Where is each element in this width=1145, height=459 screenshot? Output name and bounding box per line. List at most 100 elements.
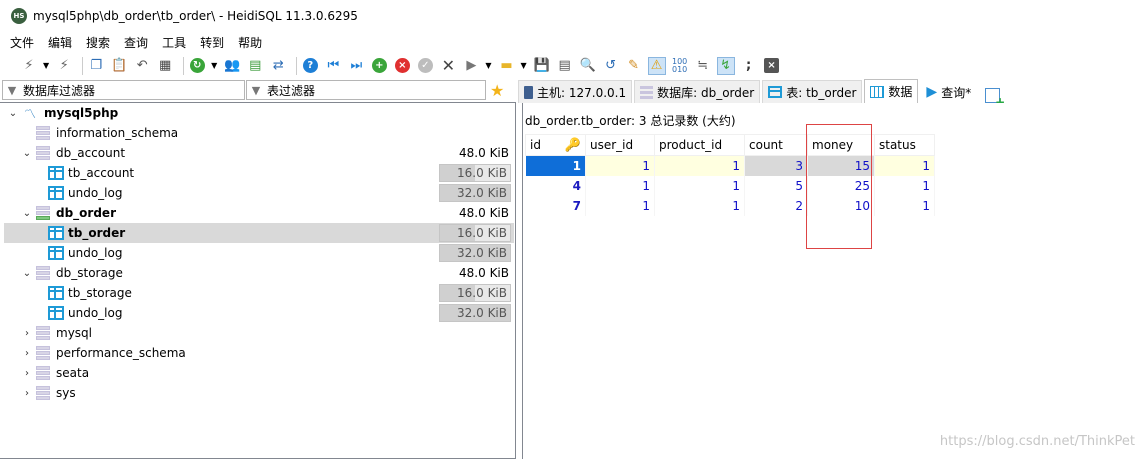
post-icon[interactable]: ✓ — [416, 57, 434, 75]
chevron-right-icon[interactable]: › — [22, 348, 32, 359]
menu-file[interactable]: 文件 — [10, 34, 34, 51]
user-manager-icon[interactable]: 👥 — [223, 57, 241, 75]
copy-icon[interactable]: ❐ — [87, 57, 105, 75]
chevron-down-icon[interactable]: ⌄ — [22, 268, 32, 279]
open-dropdown-icon[interactable]: ▼ — [520, 61, 526, 70]
cell-id[interactable]: 7 — [525, 195, 586, 216]
column-header-id[interactable]: id 🔑 — [525, 134, 586, 156]
open-folder-icon[interactable]: ▬ — [497, 57, 515, 75]
semicolon-icon[interactable]: ; — [740, 57, 758, 75]
menu-search[interactable]: 搜索 — [86, 34, 110, 51]
cell-id[interactable]: 4 — [525, 175, 586, 196]
save-as-icon[interactable]: ▤ — [556, 57, 574, 75]
tree-node-table[interactable]: undo_log 32.0 KiB — [0, 303, 514, 323]
favorites-star-icon[interactable]: ★ — [490, 81, 504, 100]
watermark: https://blog.csdn.net/ThinkPet — [939, 434, 1135, 449]
tree-node-table-selected[interactable]: tb_order 16.0 KiB — [4, 223, 514, 243]
tab-database[interactable]: 数据库: db_order — [634, 80, 761, 103]
tree-node-database[interactable]: › sys — [0, 383, 514, 403]
cell-status[interactable]: 1 — [874, 155, 935, 176]
wrap-icon[interactable]: ≒ — [694, 57, 712, 75]
tree-node-root[interactable]: ⌄ 〽 mysql5php — [0, 103, 514, 123]
tree-node-table[interactable]: undo_log 32.0 KiB — [0, 183, 514, 203]
cell-count[interactable]: 3 — [744, 155, 808, 176]
cell-user-id[interactable]: 1 — [585, 195, 655, 216]
tree-node-table[interactable]: undo_log 32.0 KiB — [0, 243, 514, 263]
menu-tools[interactable]: 工具 — [162, 34, 186, 51]
undo-icon[interactable]: ↶ — [133, 57, 151, 75]
column-header-product-id[interactable]: product_id — [654, 134, 745, 156]
chevron-right-icon[interactable]: › — [22, 328, 32, 339]
tree-node-database[interactable]: information_schema — [0, 123, 514, 143]
new-query-tab-icon[interactable] — [985, 88, 1005, 109]
last-record-icon[interactable]: ⏭ — [347, 57, 365, 75]
database-filter-input[interactable]: ▼ 数据库过滤器 — [2, 80, 245, 100]
chevron-down-icon[interactable]: ⌄ — [22, 208, 32, 219]
save-icon[interactable]: 💾 — [533, 57, 551, 75]
first-record-icon[interactable]: ⏮ — [324, 57, 342, 75]
cancel-icon[interactable]: ✕ — [439, 56, 457, 75]
delete-record-icon[interactable]: × — [393, 57, 411, 75]
refresh-dropdown-icon[interactable]: ▼ — [211, 61, 217, 70]
tree-node-database[interactable]: › performance_schema — [0, 343, 514, 363]
auto-refresh-icon[interactable]: ↯ — [716, 56, 735, 75]
tab-data[interactable]: 数据 — [864, 79, 919, 103]
table-icon — [48, 186, 64, 200]
refresh-icon[interactable]: ↻ — [188, 57, 206, 75]
tree-node-table[interactable]: tb_account 16.0 KiB — [0, 163, 514, 183]
column-header-status[interactable]: status — [874, 134, 935, 156]
maintenance-icon[interactable]: ▤ — [246, 57, 264, 75]
cell-user-id[interactable]: 1 — [585, 155, 655, 176]
disconnect-icon[interactable]: ⚡ — [55, 57, 73, 75]
tree-node-database[interactable]: ⌄ db_storage 48.0 KiB — [0, 263, 514, 283]
cell-count[interactable]: 2 — [744, 195, 808, 216]
cell-status[interactable]: 1 — [874, 195, 935, 216]
transfer-icon[interactable]: ⇄ — [269, 57, 287, 75]
cell-product-id[interactable]: 1 — [654, 155, 745, 176]
tree-node-database[interactable]: › seata — [0, 363, 514, 383]
close-tab-icon[interactable]: × — [763, 57, 781, 75]
chevron-down-icon[interactable]: ⌄ — [8, 108, 18, 119]
chevron-down-icon[interactable]: ⌄ — [22, 148, 32, 159]
chevron-right-icon[interactable]: › — [22, 388, 32, 399]
menu-query[interactable]: 查询 — [124, 34, 148, 51]
run-query-icon[interactable]: ▶ — [462, 57, 480, 75]
find-icon[interactable]: 🔍 — [579, 57, 597, 75]
table-filter-input[interactable]: ▼ 表过滤器 — [246, 80, 486, 100]
format-sql-icon[interactable]: ✎ — [625, 57, 643, 75]
cell-id[interactable]: 1 — [525, 155, 586, 176]
warning-icon[interactable]: ⚠ — [647, 56, 666, 75]
table-row[interactable]: 1 1 1 3 15 1 — [525, 155, 935, 176]
tree-node-database[interactable]: ⌄ db_account 48.0 KiB — [0, 143, 514, 163]
binary-icon[interactable]: 100 010 — [671, 57, 689, 75]
tree-node-database[interactable]: › mysql — [0, 323, 514, 343]
paste-icon[interactable]: 📋 — [110, 57, 128, 75]
run-dropdown-icon[interactable]: ▼ — [485, 61, 491, 70]
table-size-bar: 32.0 KiB — [439, 184, 511, 202]
menu-help[interactable]: 帮助 — [238, 34, 262, 51]
cell-count[interactable]: 5 — [744, 175, 808, 196]
database-icon — [36, 266, 50, 280]
cell-product-id[interactable]: 1 — [654, 195, 745, 216]
column-header-user-id[interactable]: user_id — [585, 134, 655, 156]
find-replace-icon[interactable]: ↺ — [602, 57, 620, 75]
column-header-count[interactable]: count — [744, 134, 808, 156]
print-icon[interactable]: ▦ — [156, 57, 174, 75]
add-record-icon[interactable]: + — [370, 57, 388, 75]
menu-goto[interactable]: 转到 — [200, 34, 224, 51]
connect-dropdown-icon[interactable]: ▼ — [43, 61, 49, 70]
help-icon[interactable]: ? — [301, 57, 319, 75]
chevron-right-icon[interactable]: › — [22, 368, 32, 379]
cell-user-id[interactable]: 1 — [585, 175, 655, 196]
tree-node-database-active[interactable]: ⌄ db_order 48.0 KiB — [0, 203, 514, 223]
tree-node-table[interactable]: tb_storage 16.0 KiB — [0, 283, 514, 303]
table-row[interactable]: 7 1 1 2 10 1 — [525, 195, 935, 216]
connect-icon[interactable]: ⚡ — [20, 57, 38, 75]
tab-query[interactable]: ▶ 查询* — [920, 80, 978, 103]
cell-product-id[interactable]: 1 — [654, 175, 745, 196]
menu-edit[interactable]: 编辑 — [48, 34, 72, 51]
tab-table[interactable]: 表: tb_order — [762, 80, 863, 103]
tab-host[interactable]: 主机: 127.0.0.1 — [518, 80, 633, 103]
table-row[interactable]: 4 1 1 5 25 1 — [525, 175, 935, 196]
cell-status[interactable]: 1 — [874, 175, 935, 196]
